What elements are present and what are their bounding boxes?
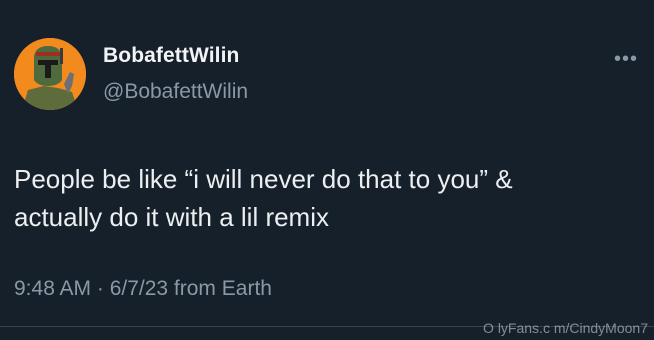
tweet-card: BobafettWilin @BobafettWilin ••• People …	[0, 0, 654, 340]
more-options-icon[interactable]: •••	[614, 48, 638, 71]
tweet-text-line-1: People be like “i will never do that to …	[14, 164, 513, 194]
tweet-timestamp[interactable]: 9:48 AM · 6/7/23 from Earth	[14, 277, 272, 301]
avatar[interactable]	[14, 38, 86, 110]
boba-fett-helmet-icon	[14, 38, 86, 110]
display-name[interactable]: BobafettWilin	[103, 44, 239, 68]
tweet-text: People be like “i will never do that to …	[14, 160, 634, 236]
watermark: O lyFans.c m/CindyMoon7	[483, 320, 648, 336]
tweet-text-line-2: actually do it with a lil remix	[14, 202, 329, 232]
user-handle[interactable]: @BobafettWilin	[103, 80, 248, 104]
